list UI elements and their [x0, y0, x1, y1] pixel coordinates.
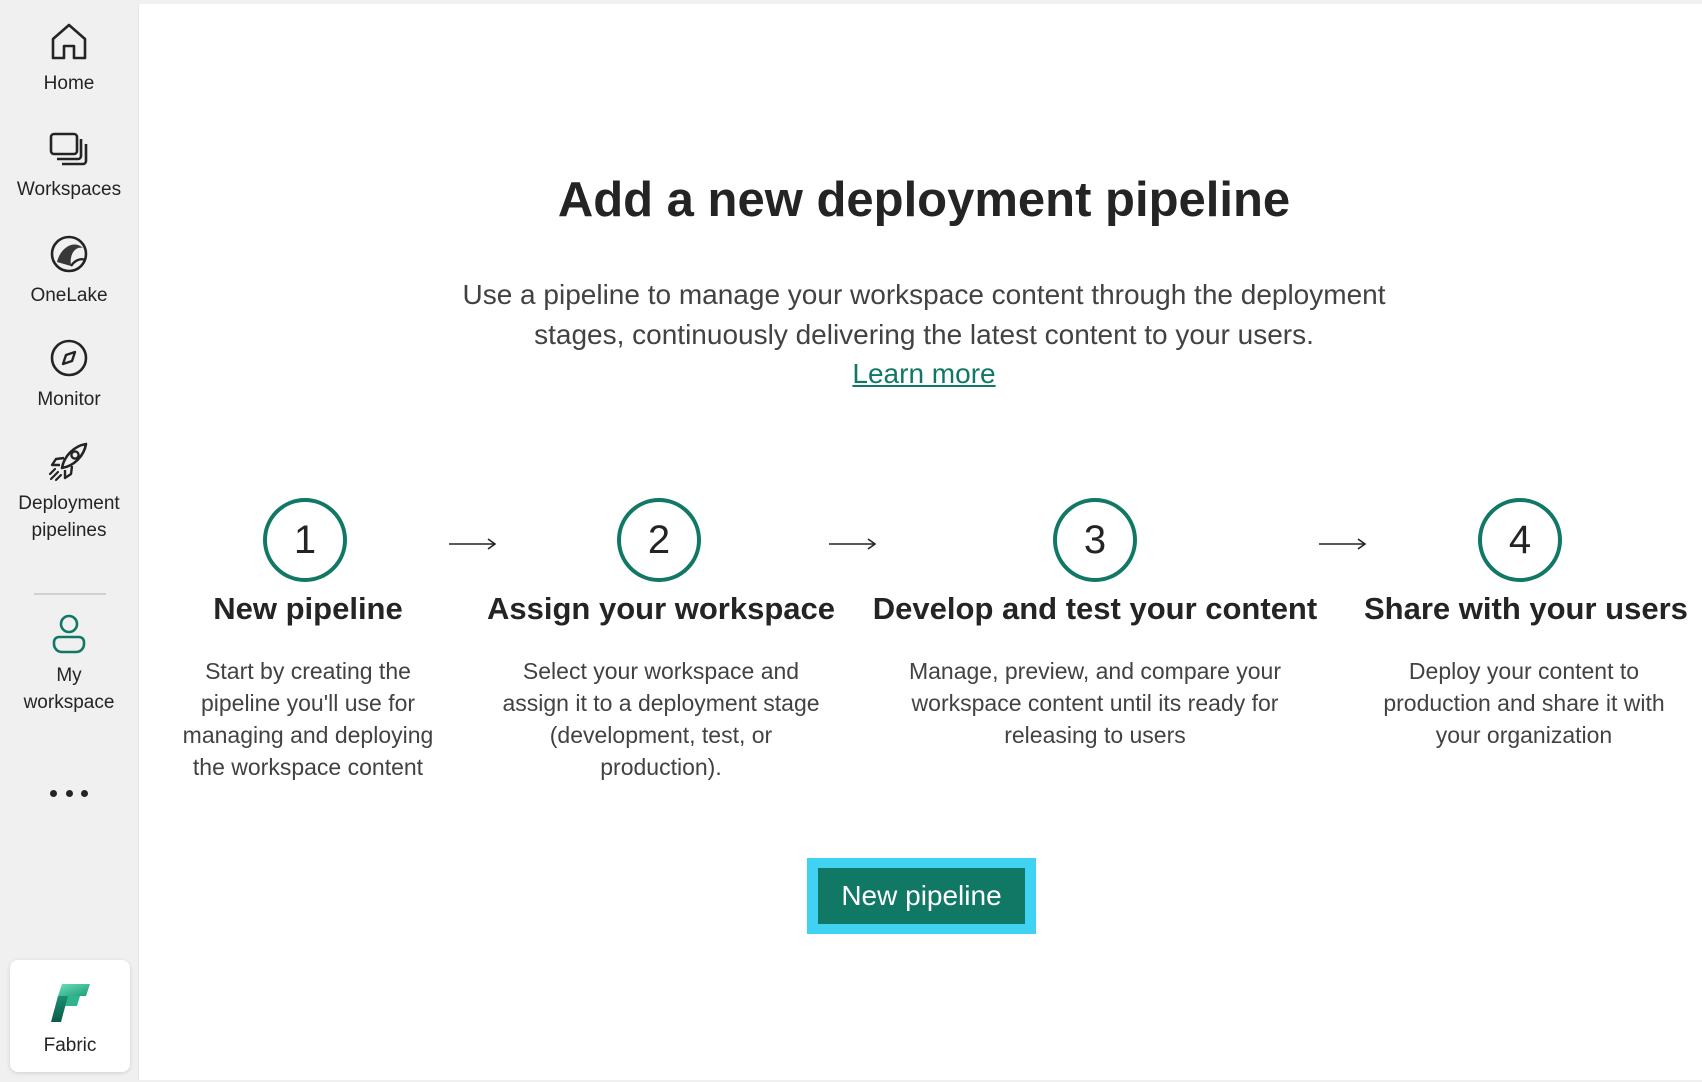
step-2-title: Assign your workspace: [486, 591, 835, 626]
step-4-title: Share with your users: [1364, 591, 1688, 626]
description-line-2: stages, continuously delivering the late…: [534, 319, 1314, 350]
nav-deployment-label-1: Deployment: [18, 493, 120, 514]
step-2-circle: 2: [617, 498, 701, 582]
fabric-label: Fabric: [43, 1035, 97, 1056]
nav-deployment-label-2: pipelines: [31, 520, 107, 541]
step-3-desc-line: workspace content until its ready for: [911, 690, 1279, 716]
step-4-desc-line: production and share it with: [1383, 690, 1665, 716]
workspaces-icon: [49, 132, 88, 166]
onelake-icon: [50, 235, 88, 273]
learn-more-link[interactable]: Learn more: [852, 358, 995, 389]
step-1-desc-line: managing and deploying: [182, 722, 434, 748]
nav-home-label: Home: [43, 73, 95, 94]
nav-workspaces[interactable]: Workspaces: [0, 130, 138, 204]
step-1-desc-line: Start by creating the: [205, 658, 411, 684]
nav-monitor[interactable]: Monitor: [0, 336, 138, 414]
nav-deployment-pipelines[interactable]: Deployment pipelines: [0, 440, 138, 544]
description-line-1: Use a pipeline to manage your workspace …: [462, 279, 1386, 310]
step-4-description: Deploy your content to production and sh…: [1364, 655, 1684, 751]
step-2-desc-line: Select your workspace and: [522, 658, 800, 684]
new-pipeline-button[interactable]: New pipeline: [818, 868, 1025, 924]
step-3-title: Develop and test your content: [872, 591, 1318, 626]
arrow-right-icon: [449, 538, 497, 550]
nav-my-label-2: workspace: [23, 692, 115, 713]
fabric-logo-icon: [51, 984, 90, 1022]
person-icon: [52, 614, 86, 654]
page-description: Use a pipeline to manage your workspace …: [139, 275, 1702, 355]
nav-home[interactable]: Home: [0, 20, 138, 98]
nav-monitor-label: Monitor: [37, 389, 101, 410]
nav-onelake[interactable]: OneLake: [0, 232, 138, 310]
fabric-switcher[interactable]: Fabric: [10, 960, 130, 1072]
step-2-desc-line: production).: [600, 754, 722, 780]
nav-workspaces-label: Workspaces: [16, 179, 122, 200]
step-1-desc-line: the workspace content: [192, 754, 424, 780]
step-4-circle: 4: [1478, 498, 1562, 582]
step-3-desc-line: Manage, preview, and compare your: [908, 658, 1282, 684]
left-nav-rail: Home Workspaces OneLake Monitor Deployme…: [0, 0, 138, 1082]
nav-onelake-label: OneLake: [30, 285, 108, 306]
step-3-circle: 3: [1053, 498, 1137, 582]
step-4-desc-line: Deploy your content to: [1408, 658, 1640, 684]
home-icon: [51, 23, 87, 60]
nav-divider: [34, 593, 106, 595]
step-1-description: Start by creating the pipeline you'll us…: [158, 655, 458, 783]
step-3-description: Manage, preview, and compare your worksp…: [885, 655, 1305, 751]
step-4-desc-line: your organization: [1435, 722, 1613, 748]
step-2-description: Select your workspace and assign it to a…: [476, 655, 846, 783]
step-2-desc-line: assign it to a deployment stage: [502, 690, 820, 716]
step-1-circle: 1: [263, 498, 347, 582]
step-2-desc-line: (development, test, or: [549, 722, 773, 748]
step-3-desc-line: releasing to users: [1004, 722, 1186, 748]
rocket-icon: [48, 442, 88, 482]
step-1-desc-line: pipeline you'll use for: [200, 690, 416, 716]
nav-my-label-1: My: [56, 665, 82, 686]
arrow-right-icon: [829, 538, 877, 550]
page-title: Add a new deployment pipeline: [557, 173, 1291, 227]
more-options-icon[interactable]: [50, 782, 88, 804]
step-1-title: New pipeline: [213, 591, 403, 626]
arrow-right-icon: [1319, 538, 1367, 550]
nav-my-workspace[interactable]: My workspace: [0, 612, 138, 716]
compass-icon: [50, 339, 88, 377]
learn-more-container: Learn more: [139, 358, 1702, 390]
